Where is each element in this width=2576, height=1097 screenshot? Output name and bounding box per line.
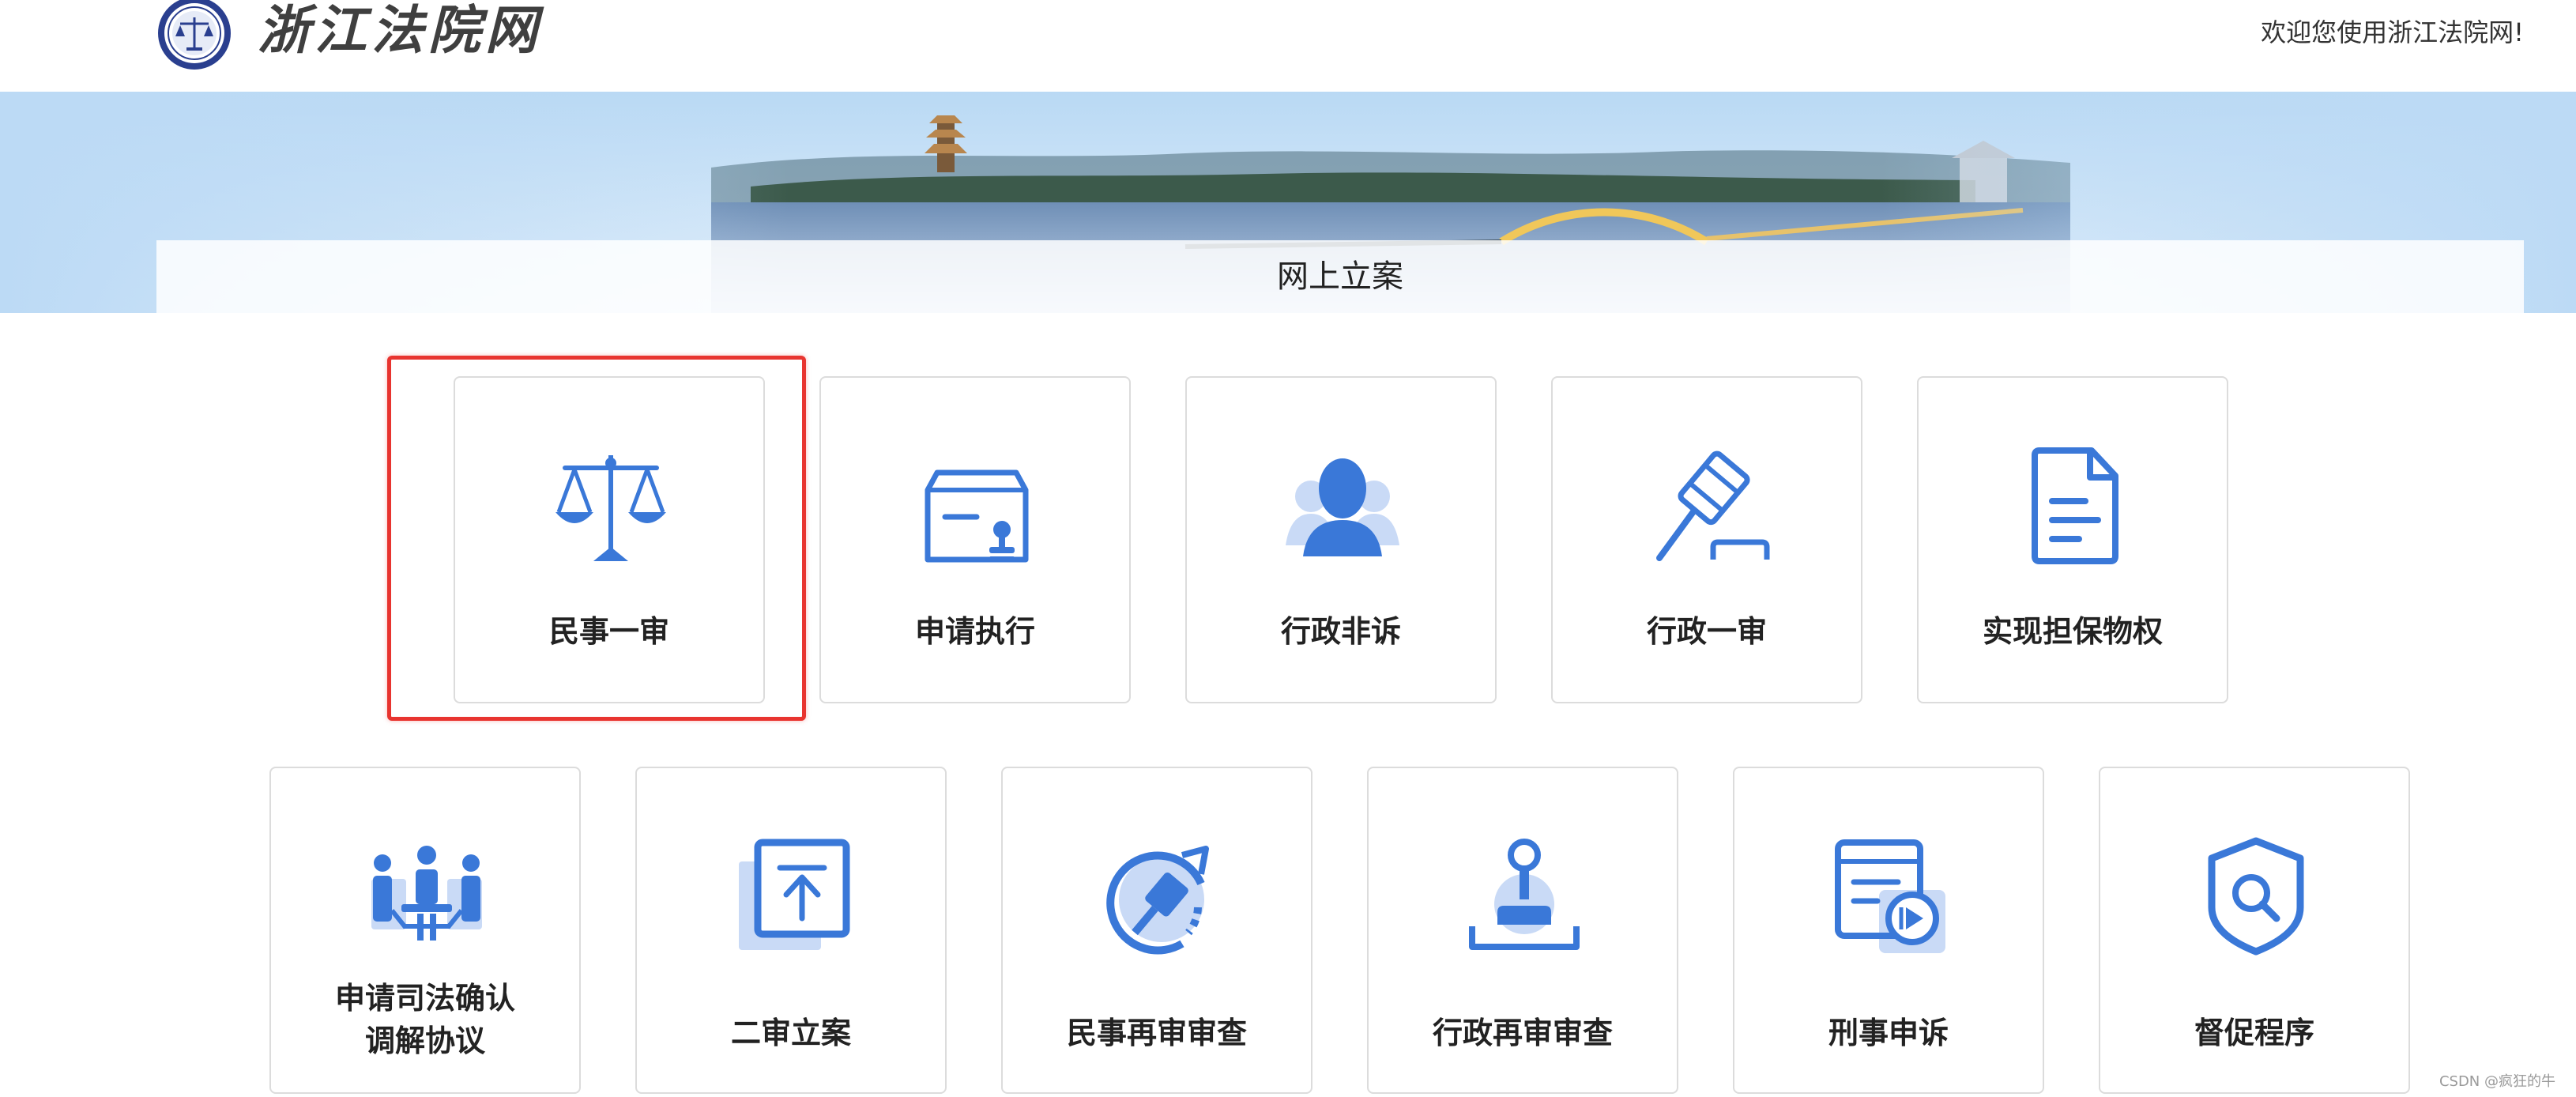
service-card-admin-retrial-review[interactable]: 行政再审审查 <box>1367 767 1678 1094</box>
service-card-label: 行政一审 <box>1646 614 1767 649</box>
highlight-box <box>387 356 806 721</box>
service-card-second-instance[interactable]: 二审立案 <box>635 767 947 1094</box>
gavel-icon <box>1656 450 1770 561</box>
service-card-payment-order[interactable]: 督促程序 <box>2099 767 2410 1094</box>
service-card-label: 实现担保物权 <box>1982 614 2163 649</box>
page: 浙江法院网 欢迎您使用浙江法院网! 网上立案 民事一审 申请执行 行政非诉 行政… <box>0 0 2576 1097</box>
service-card-label: 申请司法确认 调解协议 <box>271 977 579 1062</box>
service-card-label: 行政再审审查 <box>1432 1016 1613 1050</box>
watermark-text: CSDN @疯狂的牛 <box>2439 1073 2555 1090</box>
service-card-label: 二审立案 <box>730 1016 851 1050</box>
banner-title: 网上立案 <box>1277 258 1403 295</box>
label-line-1: 申请司法确认 <box>334 981 515 1016</box>
welcome-text: 欢迎您使用浙江法院网! <box>2261 17 2524 47</box>
meeting-icon <box>371 846 482 941</box>
service-card-judicial-confirmation[interactable]: 申请司法确认 调解协议 <box>269 767 581 1094</box>
service-card-label: 行政非诉 <box>1280 614 1401 649</box>
service-card-admin-first-instance[interactable]: 行政一审 <box>1551 376 1862 703</box>
gavel-refresh-icon <box>1106 846 1209 955</box>
service-card-label: 民事再审审查 <box>1066 1016 1247 1050</box>
case-stamp-icon <box>925 469 1029 563</box>
service-card-security-interest[interactable]: 实现担保物权 <box>1917 376 2228 703</box>
label-line-2: 调解协议 <box>364 1023 485 1058</box>
service-card-label: 督促程序 <box>2194 1016 2314 1050</box>
service-card-label: 刑事申诉 <box>1828 1016 1949 1050</box>
video-document-icon <box>1835 839 1945 953</box>
service-card-civil-retrial-review[interactable]: 民事再审审查 <box>1001 767 1312 1094</box>
people-icon <box>1286 458 1399 556</box>
service-card-criminal-appeal[interactable]: 刑事申诉 <box>1733 767 2044 1094</box>
banner-title-bar: 网上立案 <box>156 240 2524 313</box>
service-card-label: 申请执行 <box>914 614 1035 649</box>
top-header: 浙江法院网 欢迎您使用浙江法院网! <box>0 0 2576 92</box>
document-icon <box>2032 447 2118 564</box>
service-card-apply-execution[interactable]: 申请执行 <box>819 376 1131 703</box>
shield-search-icon <box>2208 837 2304 956</box>
court-emblem-icon <box>158 0 231 70</box>
service-card-admin-nonlitigation[interactable]: 行政非诉 <box>1185 376 1497 703</box>
upload-box-icon <box>739 839 850 950</box>
site-logo-text[interactable]: 浙江法院网 <box>258 0 542 66</box>
stamp-icon <box>1469 839 1580 950</box>
